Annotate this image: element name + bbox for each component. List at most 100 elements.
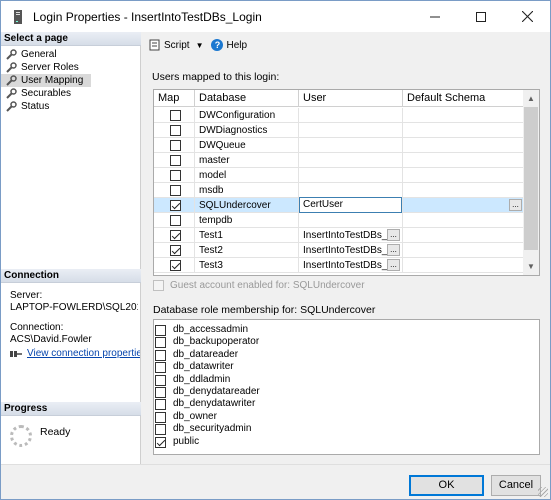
- database-cell[interactable]: DWQueue: [195, 138, 299, 153]
- grid-scrollbar[interactable]: ▲ ▼: [523, 90, 539, 275]
- column-header-default-schema[interactable]: Default Schema: [403, 90, 524, 107]
- table-row[interactable]: msdb: [154, 183, 524, 198]
- role-checkbox[interactable]: [155, 387, 166, 398]
- default-schema-cell[interactable]: [403, 153, 524, 168]
- role-checkbox[interactable]: [155, 411, 166, 423]
- role-checkbox[interactable]: [155, 349, 166, 361]
- map-checkbox[interactable]: [170, 200, 181, 211]
- column-header-map[interactable]: Map: [154, 90, 195, 107]
- default-schema-cell[interactable]: [403, 183, 524, 198]
- map-checkbox[interactable]: [170, 185, 181, 196]
- role-item[interactable]: db_denydatawriter: [154, 398, 534, 411]
- chevron-down-icon[interactable]: ▼: [196, 41, 204, 50]
- scroll-thumb[interactable]: [524, 107, 538, 250]
- map-checkbox[interactable]: [170, 155, 181, 166]
- role-item[interactable]: db_datawriter: [154, 361, 534, 374]
- table-row[interactable]: DWConfiguration: [154, 108, 524, 123]
- database-cell[interactable]: Test3: [195, 258, 299, 273]
- user-cell[interactable]: [299, 123, 403, 138]
- column-header-database[interactable]: Database: [195, 90, 299, 107]
- sidebar-item-securables[interactable]: Securables: [1, 87, 91, 100]
- database-cell[interactable]: SQLUndercover: [195, 198, 299, 213]
- default-schema-cell[interactable]: [403, 108, 524, 123]
- role-checkbox[interactable]: [155, 337, 166, 349]
- default-schema-cell[interactable]: [403, 243, 524, 258]
- map-checkbox[interactable]: [170, 170, 181, 181]
- table-row[interactable]: SQLUndercover CertUser...: [154, 197, 524, 213]
- map-checkbox[interactable]: [170, 230, 181, 241]
- database-cell[interactable]: model: [195, 168, 299, 183]
- table-row[interactable]: master: [154, 153, 524, 168]
- database-cell[interactable]: DWConfiguration: [195, 108, 299, 123]
- role-checkbox[interactable]: [155, 424, 166, 436]
- user-cell[interactable]: [299, 138, 403, 153]
- database-cell[interactable]: Test2: [195, 243, 299, 258]
- scroll-down-icon[interactable]: ▼: [523, 258, 539, 275]
- user-cell[interactable]: InsertIntoTestDBs_......: [299, 228, 403, 243]
- map-checkbox[interactable]: [170, 125, 181, 136]
- map-checkbox[interactable]: [170, 260, 181, 271]
- database-cell[interactable]: tempdb: [195, 213, 299, 228]
- map-checkbox[interactable]: [170, 110, 181, 121]
- table-row[interactable]: Test1 InsertIntoTestDBs_......: [154, 228, 524, 243]
- map-checkbox[interactable]: [170, 245, 181, 256]
- role-item[interactable]: db_owner: [154, 411, 534, 424]
- map-checkbox[interactable]: [170, 215, 181, 226]
- table-row[interactable]: DWQueue: [154, 138, 524, 153]
- browse-schema-button[interactable]: ...: [509, 199, 522, 211]
- role-item[interactable]: public: [154, 436, 534, 449]
- user-cell[interactable]: [299, 183, 403, 198]
- role-item[interactable]: db_denydatareader: [154, 386, 534, 399]
- default-schema-cell[interactable]: [403, 258, 524, 273]
- role-membership-list[interactable]: db_accessadmin db_backupoperator db_datare…: [153, 319, 540, 455]
- column-header-user[interactable]: User: [299, 90, 403, 107]
- default-schema-cell[interactable]: [403, 168, 524, 183]
- role-item[interactable]: db_ddladmin: [154, 374, 534, 387]
- scroll-up-icon[interactable]: ▲: [523, 90, 539, 107]
- user-mapping-grid[interactable]: Map Database User Default Schema DWConfi…: [153, 89, 540, 276]
- script-button[interactable]: Script ▼: [149, 39, 203, 51]
- default-schema-cell[interactable]: [403, 198, 524, 213]
- sidebar-item-status[interactable]: Status: [1, 100, 91, 113]
- role-item[interactable]: db_securityadmin: [154, 423, 534, 436]
- default-schema-cell[interactable]: [403, 228, 524, 243]
- database-cell[interactable]: DWDiagnostics: [195, 123, 299, 138]
- user-edit-field[interactable]: CertUser: [299, 197, 402, 213]
- view-connection-properties-link[interactable]: View connection properties: [27, 348, 140, 360]
- default-schema-cell[interactable]: [403, 138, 524, 153]
- user-cell[interactable]: InsertIntoTestDBs_......: [299, 243, 403, 258]
- table-row[interactable]: tempdb: [154, 213, 524, 228]
- close-button[interactable]: [504, 1, 550, 32]
- table-row[interactable]: Test2 InsertIntoTestDBs_......: [154, 243, 524, 258]
- user-cell[interactable]: [299, 108, 403, 123]
- browse-user-button[interactable]: ...: [387, 259, 400, 271]
- database-cell[interactable]: Test1: [195, 228, 299, 243]
- user-cell[interactable]: InsertIntoTestDBs_......: [299, 258, 403, 273]
- role-item[interactable]: db_datareader: [154, 349, 534, 362]
- table-row[interactable]: Test3 InsertIntoTestDBs_......: [154, 258, 524, 273]
- ok-button[interactable]: OK: [409, 475, 484, 496]
- role-item[interactable]: db_accessadmin: [154, 324, 534, 337]
- role-checkbox[interactable]: [155, 325, 166, 336]
- help-button[interactable]: ? Help: [211, 39, 247, 51]
- resize-grip-icon[interactable]: [538, 487, 548, 497]
- user-cell[interactable]: [299, 168, 403, 183]
- sidebar-item-user-mapping[interactable]: User Mapping: [1, 74, 91, 87]
- cancel-button[interactable]: Cancel: [491, 475, 541, 496]
- role-checkbox[interactable]: [155, 374, 166, 386]
- database-cell[interactable]: msdb: [195, 183, 299, 198]
- role-checkbox[interactable]: [155, 362, 166, 374]
- role-checkbox[interactable]: [155, 399, 166, 411]
- role-checkbox[interactable]: [155, 436, 166, 448]
- user-cell[interactable]: [299, 153, 403, 168]
- sidebar-item-server-roles[interactable]: Server Roles: [1, 61, 91, 74]
- role-item[interactable]: db_backupoperator: [154, 336, 534, 349]
- table-row[interactable]: DWDiagnostics: [154, 123, 524, 138]
- table-row[interactable]: model: [154, 168, 524, 183]
- database-cell[interactable]: master: [195, 153, 299, 168]
- title-bar[interactable]: Login Properties - InsertIntoTestDBs_Log…: [1, 1, 550, 32]
- user-cell[interactable]: [299, 213, 403, 228]
- map-checkbox[interactable]: [170, 140, 181, 151]
- default-schema-cell[interactable]: [403, 123, 524, 138]
- maximize-button[interactable]: [458, 1, 504, 32]
